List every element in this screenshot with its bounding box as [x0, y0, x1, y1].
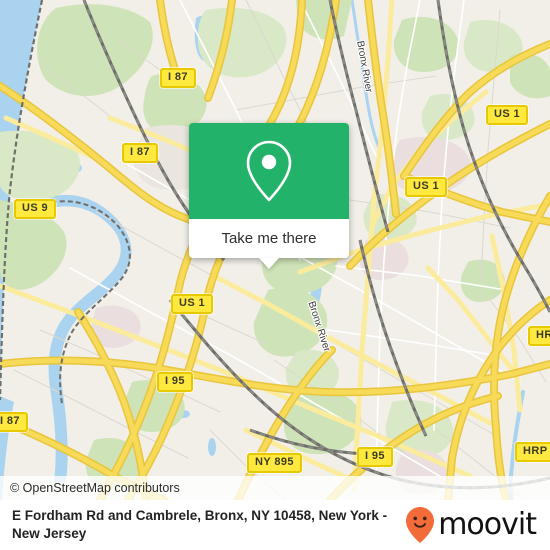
take-me-there-label: Take me there	[221, 230, 317, 247]
moovit-logo[interactable]: moovit	[405, 506, 542, 544]
road-shield: US 1	[486, 105, 529, 125]
road-shield: HRP	[515, 442, 550, 462]
road-shield: I 95	[357, 447, 393, 467]
map-pin-icon	[246, 140, 292, 202]
location-popup-card[interactable]: Take me there	[189, 123, 349, 269]
popup-header	[189, 123, 349, 219]
map-screenshot: .water{fill:#aad3f0;} .waterline{stroke:…	[0, 0, 550, 550]
road-shield: HRP	[528, 326, 550, 346]
moovit-wordmark: moovit	[438, 507, 537, 542]
popup-pointer	[259, 258, 279, 269]
road-shield: US 9	[14, 199, 57, 219]
osm-attribution[interactable]: © OpenStreetMap contributors	[0, 476, 550, 500]
road-shield: I 87	[0, 412, 28, 432]
road-shield: NY 895	[247, 453, 302, 473]
location-caption: E Fordham Rd and Cambrele, Bronx, NY 104…	[12, 508, 388, 541]
road-shield: US 1	[405, 177, 448, 197]
moovit-pin-icon	[406, 507, 435, 543]
road-shield: I 87	[160, 68, 196, 88]
road-shield: US 1	[171, 294, 214, 314]
road-shield: I 95	[157, 372, 193, 392]
popup-footer[interactable]: Take me there	[189, 219, 349, 269]
footer-bar: E Fordham Rd and Cambrele, Bronx, NY 104…	[0, 500, 550, 550]
road-shield: I 87	[122, 143, 158, 163]
